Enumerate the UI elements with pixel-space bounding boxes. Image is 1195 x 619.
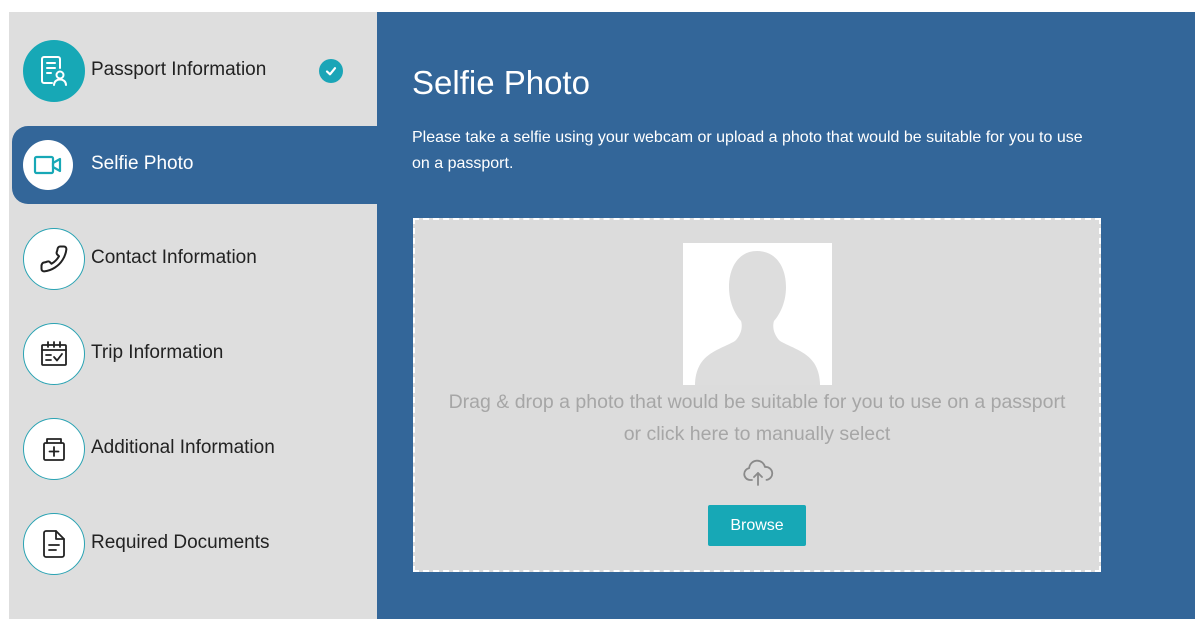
camera-icon <box>23 140 73 190</box>
step-selfie-photo[interactable]: Selfie Photo <box>12 126 377 204</box>
passport-document-icon <box>23 40 85 102</box>
step-required-documents[interactable]: Required Documents <box>9 505 377 583</box>
document-icon <box>23 513 85 575</box>
photo-dropzone[interactable]: Drag & drop a photo that would be suitab… <box>413 218 1101 572</box>
dropzone-instruction: Drag & drop a photo that would be suitab… <box>448 391 1066 413</box>
main-panel: Selfie Photo Please take a selfie using … <box>377 12 1195 619</box>
step-contact-information[interactable]: Contact Information <box>9 220 377 298</box>
completed-check-icon <box>319 59 343 83</box>
step-label: Required Documents <box>91 532 270 553</box>
medical-kit-icon <box>23 418 85 480</box>
page-title: Selfie Photo <box>412 64 590 101</box>
step-label: Passport Information <box>91 59 267 80</box>
calendar-check-icon <box>23 323 85 385</box>
step-sidebar: Passport Information Selfie Photo Contac… <box>9 12 377 619</box>
cloud-upload-icon <box>741 458 775 488</box>
step-trip-information[interactable]: Trip Information <box>9 315 377 393</box>
page-description: Please take a selfie using your webcam o… <box>412 129 1083 172</box>
phone-icon <box>23 228 85 290</box>
step-label: Selfie Photo <box>91 153 194 174</box>
person-silhouette-icon <box>683 243 832 385</box>
step-additional-information[interactable]: Additional Information <box>9 410 377 488</box>
step-label: Additional Information <box>91 437 275 458</box>
step-label: Trip Information <box>91 342 224 363</box>
dropzone-instruction-secondary: or click here to manually select <box>623 423 891 445</box>
browse-button[interactable]: Browse <box>708 505 806 546</box>
step-label: Contact Information <box>91 247 257 268</box>
